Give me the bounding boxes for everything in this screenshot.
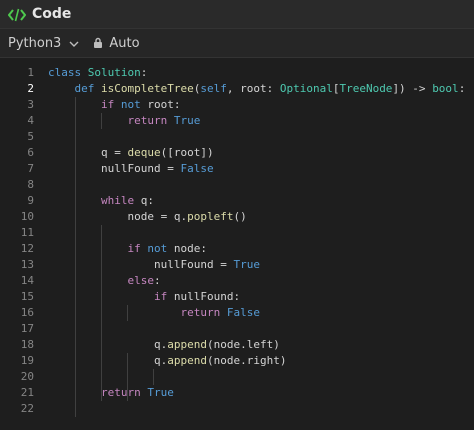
code-line[interactable]: [48, 225, 474, 241]
line-number: 14: [20, 274, 34, 287]
line-number: 15: [20, 290, 34, 303]
line-number: 19: [20, 354, 34, 367]
panel-header: Code: [0, 0, 474, 28]
line-number: 21: [20, 386, 34, 399]
code-editor[interactable]: 1 2 3 4 5 6 7 8 9 10 11 12 13 14 15 16 17 18 19 20 21 22 clas…: [0, 58, 474, 430]
language-label: Python3: [8, 35, 62, 51]
code-line[interactable]: if nullFound:: [48, 289, 474, 305]
code-line[interactable]: [48, 401, 474, 417]
line-number: 3: [27, 98, 34, 111]
line-number: 18: [20, 338, 34, 351]
lock-icon: [93, 37, 103, 49]
line-number: 17: [20, 322, 34, 335]
line-number-gutter: 1 2 3 4 5 6 7 8 9 10 11 12 13 14 15 16 17 18 19 20 21 22: [0, 58, 40, 417]
code-line[interactable]: class Solution:: [48, 65, 474, 81]
line-number: 12: [20, 242, 34, 255]
line-number: 1: [27, 66, 34, 79]
line-number: 5: [27, 130, 34, 143]
code-line[interactable]: return True: [48, 113, 474, 129]
code-panel: Code Python3 Auto 1 2 3 4 5 6 7 8 9 10 11 12 13 14 15 1…: [0, 0, 474, 430]
code-brackets-icon: [7, 7, 27, 22]
line-number: 9: [27, 194, 34, 207]
code-line[interactable]: [48, 129, 474, 145]
editor-toolbar: Python3 Auto: [0, 28, 474, 58]
language-selector[interactable]: Python3: [8, 36, 79, 51]
line-number: 16: [20, 306, 34, 319]
code-line[interactable]: if not root:: [48, 97, 474, 113]
code-line[interactable]: def isCompleteTree(self, root: Optional[…: [48, 81, 474, 97]
code-line[interactable]: if not node:: [48, 241, 474, 257]
panel-title: Code: [32, 6, 72, 22]
code-line[interactable]: else:: [48, 273, 474, 289]
line-number: 2: [27, 82, 34, 95]
auto-mode-toggle[interactable]: Auto: [109, 36, 139, 51]
code-line[interactable]: node = q.popleft(): [48, 209, 474, 225]
line-number: 10: [20, 210, 34, 223]
chevron-down-icon: [69, 38, 79, 48]
line-number: 20: [20, 370, 34, 383]
code-line[interactable]: q = deque([root]): [48, 145, 474, 161]
code-line[interactable]: return False: [48, 305, 474, 321]
line-number: 13: [20, 258, 34, 271]
code-line[interactable]: [48, 321, 474, 337]
code-line[interactable]: return True: [48, 385, 474, 401]
code-line[interactable]: while q:: [48, 193, 474, 209]
line-number: 4: [27, 114, 34, 127]
code-line[interactable]: q.append(node.right): [48, 353, 474, 369]
code-line[interactable]: nullFound = True: [48, 257, 474, 273]
line-number: 7: [27, 162, 34, 175]
code-area[interactable]: class Solution: def isCompleteTree(self,…: [48, 58, 474, 417]
code-line[interactable]: [48, 369, 474, 385]
line-number: 6: [27, 146, 34, 159]
line-number: 11: [20, 226, 34, 239]
code-line[interactable]: q.append(node.left): [48, 337, 474, 353]
code-line[interactable]: [48, 177, 474, 193]
line-number: 8: [27, 178, 34, 191]
code-line[interactable]: nullFound = False: [48, 161, 474, 177]
line-number: 22: [20, 402, 34, 415]
